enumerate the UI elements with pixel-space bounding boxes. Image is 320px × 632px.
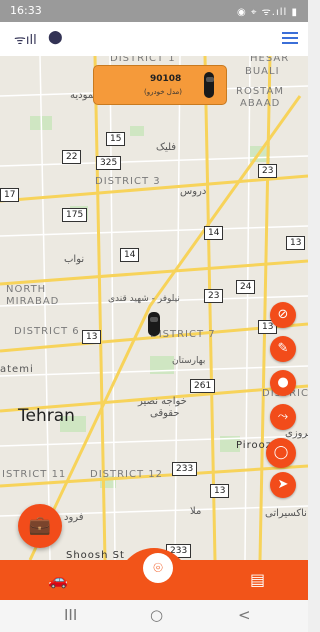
map-label: DISTRICT 3 <box>95 176 161 187</box>
map-label: حقوقی <box>150 408 180 419</box>
signal-icon: ᯤıll <box>14 33 37 48</box>
road-number: 24 <box>236 280 256 294</box>
map-label: نواب <box>64 254 85 265</box>
road-number: 15 <box>106 132 126 146</box>
navigate-icon[interactable]: ➤ <box>270 472 296 498</box>
road-number: 22 <box>62 150 82 164</box>
status-time: 16:33 <box>10 4 42 17</box>
map-label: فلیک <box>156 142 177 153</box>
map-label: ناکسیراتی <box>265 508 307 519</box>
menu-icon[interactable] <box>282 29 298 44</box>
vehicle-subtitle: (مدل خودرو) <box>144 88 183 96</box>
map-label: DISTRICT 6 <box>14 326 80 337</box>
map-label: دروس <box>180 186 207 197</box>
status-icons: ◉ ⌖ ᯤ.ıll ▮ <box>236 7 298 18</box>
road-number: 261 <box>190 379 216 393</box>
no-location-icon[interactable]: ⊘ <box>270 302 296 328</box>
road-number: 233 <box>172 462 198 476</box>
map-label: BUALI <box>245 66 280 77</box>
back-button[interactable]: < <box>238 606 251 624</box>
system-nav: III ○ < <box>0 600 308 632</box>
pin-icon[interactable]: ⌾ <box>143 553 173 583</box>
road-number: 175 <box>62 208 88 222</box>
vehicle-card[interactable]: 90108 (مدل خودرو) <box>93 65 227 105</box>
road-number: 17 <box>0 188 20 202</box>
road-number: 13 <box>210 484 230 498</box>
map-label: ملا <box>190 506 202 517</box>
briefcase-button[interactable]: 💼 <box>18 504 62 548</box>
location-pin-icon[interactable]: ⬤ <box>48 30 63 45</box>
eraser-icon[interactable]: ✎ <box>270 336 296 362</box>
car-icon[interactable]: 🚗 <box>48 570 68 589</box>
car-icon <box>204 72 214 98</box>
map-label: فرود <box>64 512 84 523</box>
road-number: 14 <box>120 248 140 262</box>
route-icon[interactable]: ⤳ <box>270 404 296 430</box>
road-number: 13 <box>82 330 102 344</box>
app-header: ᯤıll ⬤ <box>0 22 308 56</box>
map-label: ABAAD <box>240 98 281 109</box>
briefcase-icon: 💼 <box>28 515 52 536</box>
chat-icon[interactable]: ▤ <box>250 570 265 589</box>
map-label: DISTRICT 12 <box>90 469 163 480</box>
map-label: خواجه نصیر <box>138 396 187 407</box>
map-label: HESAR <box>250 56 290 64</box>
map-label: atemi <box>0 364 34 375</box>
map-view[interactable]: DISTRICT 1 DISTRICT 3 DISTRICT 6 DISTRIC… <box>0 56 308 560</box>
circle-icon[interactable]: ◯ <box>266 438 296 468</box>
map-label: DISTRICT 1 <box>110 56 176 64</box>
map-label: ROSTAM <box>236 86 284 97</box>
vehicle-marker[interactable] <box>148 312 160 336</box>
city-label: Tehran <box>18 406 75 426</box>
pin-icon[interactable]: ● <box>270 370 296 396</box>
recent-apps-button[interactable]: III <box>64 606 77 624</box>
map-label: ISTRICT 11 <box>2 469 67 480</box>
map-label: نیلوفر - شهید قندی <box>108 294 180 304</box>
road-number: 325 <box>96 156 122 170</box>
map-label: MIRABAD <box>6 296 60 307</box>
status-bar: 16:33 ◉ ⌖ ᯤ.ıll ▮ <box>0 0 308 22</box>
map-label: پیروزی <box>285 428 308 439</box>
map-label: Shoosh St <box>66 550 125 560</box>
map-label: NORTH <box>6 284 47 295</box>
road-number: 23 <box>204 289 224 303</box>
vehicle-plate: 90108 <box>150 74 182 84</box>
map-label: بهارستان <box>172 356 206 366</box>
road-number: 13 <box>286 236 306 250</box>
road-number: 23 <box>258 164 278 178</box>
home-button[interactable]: ○ <box>150 606 163 624</box>
road-number: 14 <box>204 226 224 240</box>
